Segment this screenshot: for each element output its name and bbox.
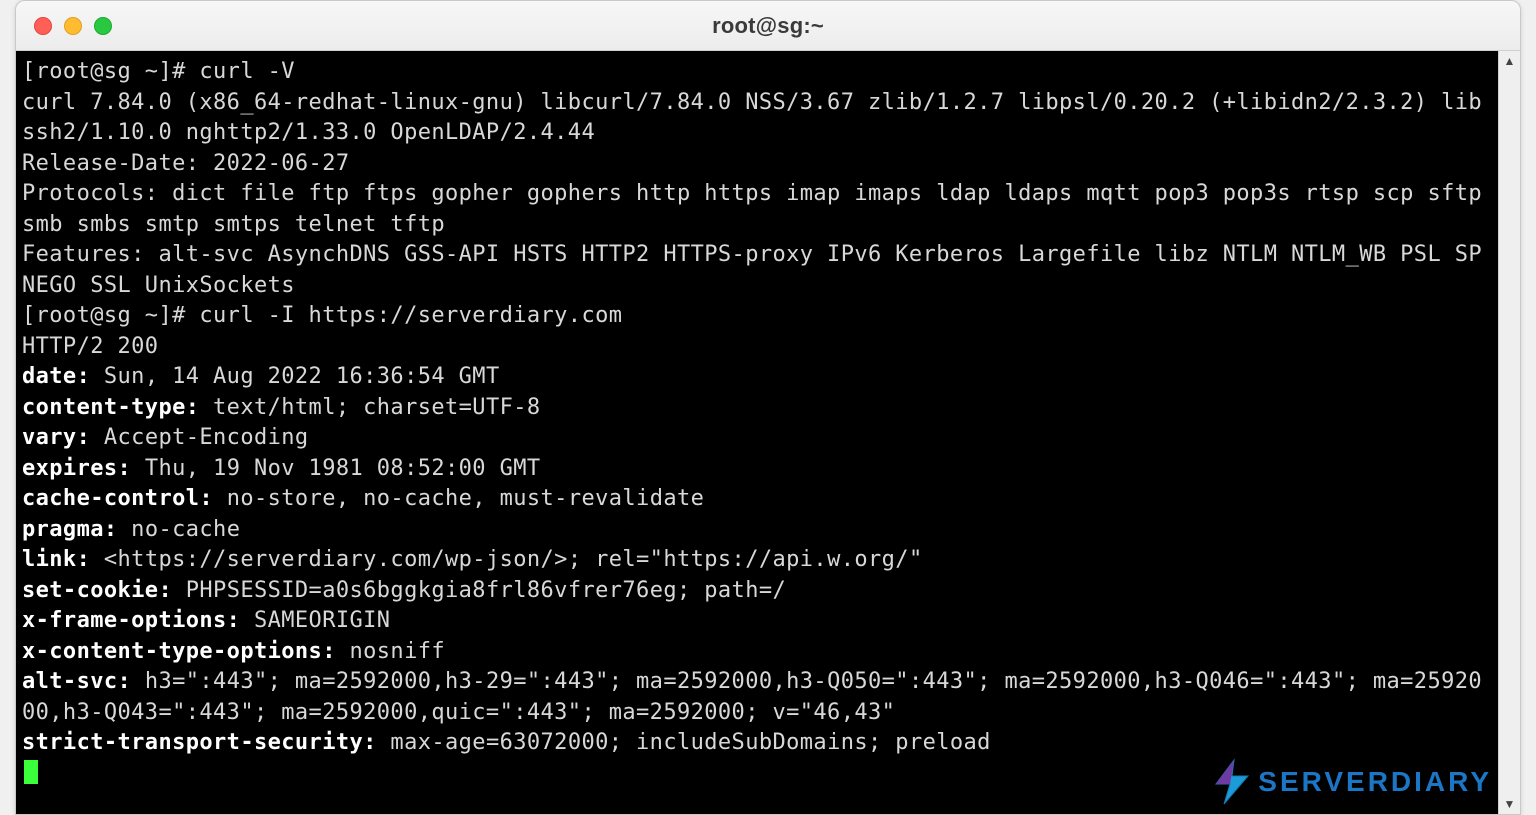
scroll-down-icon[interactable]: ▼ — [1499, 794, 1520, 814]
header-key: date: — [22, 364, 90, 389]
header-value: Thu, 19 Nov 1981 08:52:00 GMT — [131, 456, 540, 481]
command-text: curl -I https://serverdiary.com — [199, 303, 622, 328]
header-key: expires: — [22, 456, 131, 481]
header-value: no-store, no-cache, must-revalidate — [213, 486, 704, 511]
scrollbar[interactable]: ▲ ▼ — [1498, 51, 1520, 814]
window-title: root@sg:~ — [16, 13, 1520, 39]
header-value: nosniff — [336, 639, 445, 664]
header-value: Sun, 14 Aug 2022 16:36:54 GMT — [90, 364, 499, 389]
traffic-lights — [34, 17, 112, 35]
output-line: Protocols: dict file ftp ftps gopher gop… — [22, 181, 1496, 237]
close-icon[interactable] — [34, 17, 52, 35]
minimize-icon[interactable] — [64, 17, 82, 35]
header-value: <https://serverdiary.com/wp-json/>; rel=… — [90, 547, 922, 572]
header-value: Accept-Encoding — [90, 425, 308, 450]
header-key: link: — [22, 547, 90, 572]
terminal-output[interactable]: [root@sg ~]# curl -V curl 7.84.0 (x86_64… — [16, 51, 1498, 814]
header-value: no-cache — [118, 517, 241, 542]
terminal-cursor — [24, 760, 38, 784]
header-key: x-content-type-options: — [22, 639, 336, 664]
titlebar: root@sg:~ — [16, 1, 1520, 51]
header-value: h3=":443"; ma=2592000,h3-29=":443"; ma=2… — [22, 669, 1482, 725]
header-value: PHPSESSID=a0s6bggkgia8frl86vfrer76eg; pa… — [172, 578, 786, 603]
output-line: curl 7.84.0 (x86_64-redhat-linux-gnu) li… — [22, 90, 1482, 146]
header-key: vary: — [22, 425, 90, 450]
header-key: alt-svc: — [22, 669, 131, 694]
header-key: cache-control: — [22, 486, 213, 511]
header-value: SAMEORIGIN — [240, 608, 390, 633]
output-line: Release-Date: 2022-06-27 — [22, 151, 349, 176]
zoom-icon[interactable] — [94, 17, 112, 35]
terminal-wrap: [root@sg ~]# curl -V curl 7.84.0 (x86_64… — [16, 51, 1520, 814]
scroll-up-icon[interactable]: ▲ — [1499, 51, 1520, 71]
command-text: curl -V — [199, 59, 295, 84]
shell-prompt: [root@sg ~]# — [22, 59, 199, 84]
header-key: pragma: — [22, 517, 118, 542]
terminal-window: root@sg:~ [root@sg ~]# curl -V curl 7.84… — [15, 0, 1521, 815]
shell-prompt: [root@sg ~]# — [22, 303, 199, 328]
header-value: max-age=63072000; includeSubDomains; pre… — [377, 730, 991, 755]
header-key: x-frame-options: — [22, 608, 240, 633]
header-key: set-cookie: — [22, 578, 172, 603]
output-line: Features: alt-svc AsynchDNS GSS-API HSTS… — [22, 242, 1482, 298]
http-status-line: HTTP/2 200 — [22, 334, 172, 359]
header-value: text/html; charset=UTF-8 — [199, 395, 540, 420]
header-key: content-type: — [22, 395, 199, 420]
header-key: strict-transport-security: — [22, 730, 377, 755]
